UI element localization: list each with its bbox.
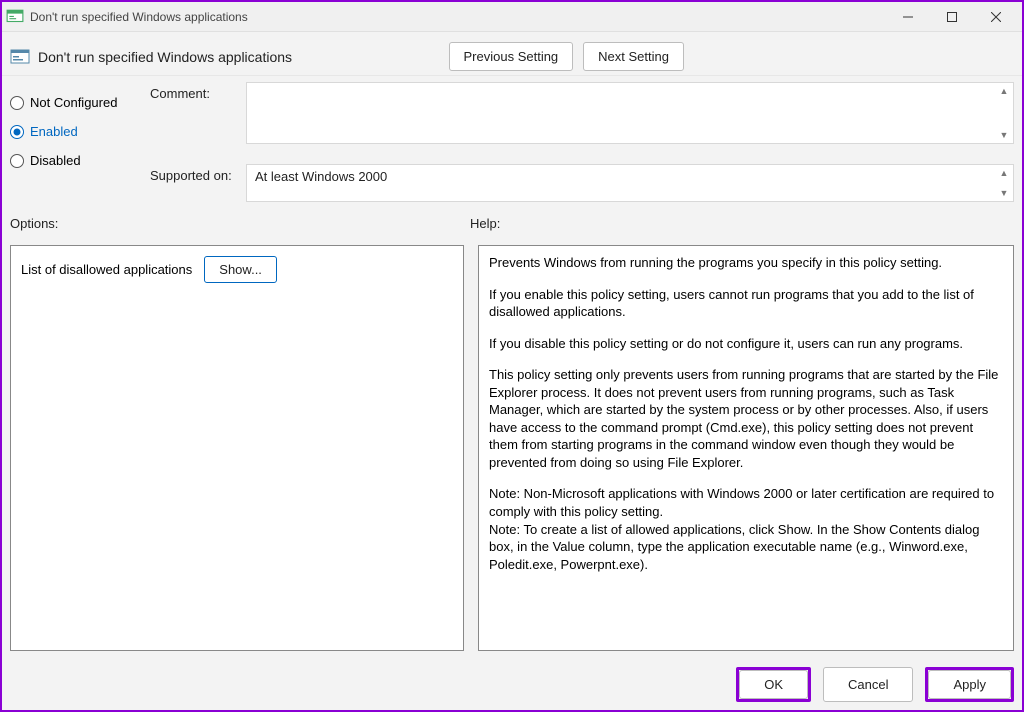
help-label: Help: <box>470 216 500 231</box>
radio-disabled[interactable]: Disabled <box>10 146 140 175</box>
ok-button[interactable]: OK <box>739 670 808 699</box>
radio-icon <box>10 125 24 139</box>
radio-not-configured[interactable]: Not Configured <box>10 88 140 117</box>
scroll-up-icon[interactable]: ▲ <box>997 85 1011 97</box>
show-button[interactable]: Show... <box>204 256 277 283</box>
options-panel: List of disallowed applications Show... <box>10 245 464 651</box>
supported-label: Supported on: <box>150 164 246 202</box>
supported-on-box: At least Windows 2000 ▲ ▼ <box>246 164 1014 202</box>
highlight-apply: Apply <box>925 667 1014 702</box>
app-icon <box>6 8 24 26</box>
policy-icon <box>10 48 30 66</box>
panels-row: List of disallowed applications Show... … <box>2 237 1022 659</box>
minimize-button[interactable] <box>886 3 930 31</box>
help-panel: Prevents Windows from running the progra… <box>478 245 1014 651</box>
policy-title: Don't run specified Windows applications <box>38 49 292 65</box>
help-text: Prevents Windows from running the progra… <box>489 254 1003 272</box>
radio-enabled[interactable]: Enabled <box>10 117 140 146</box>
header-row: Don't run specified Windows applications… <box>2 32 1022 76</box>
options-label: Options: <box>10 216 58 231</box>
help-text: If you disable this policy setting or do… <box>489 335 1003 353</box>
panel-labels-row: Options: Help: <box>2 212 1022 237</box>
help-text: Note: Non-Microsoft applications with Wi… <box>489 485 1003 520</box>
help-text: Note: To create a list of allowed applic… <box>489 521 1003 574</box>
radio-label: Disabled <box>30 153 81 168</box>
maximize-button[interactable] <box>930 3 974 31</box>
meta-fields: Comment: ▲ ▼ Supported on: At least Wind… <box>150 82 1014 202</box>
apply-button[interactable]: Apply <box>928 670 1011 699</box>
disallowed-apps-label: List of disallowed applications <box>21 262 192 277</box>
comment-label: Comment: <box>150 82 246 144</box>
help-text: This policy setting only prevents users … <box>489 366 1003 471</box>
comment-textarea[interactable]: ▲ ▼ <box>246 82 1014 144</box>
scroll-down-icon[interactable]: ▼ <box>997 129 1011 141</box>
previous-setting-button[interactable]: Previous Setting <box>449 42 574 71</box>
state-radio-group: Not Configured Enabled Disabled <box>10 82 140 202</box>
cancel-button[interactable]: Cancel <box>823 667 913 702</box>
dialog-footer: OK Cancel Apply <box>2 659 1022 710</box>
help-text: If you enable this policy setting, users… <box>489 286 1003 321</box>
next-setting-button[interactable]: Next Setting <box>583 42 684 71</box>
supported-on-value: At least Windows 2000 <box>255 169 387 184</box>
radio-label: Not Configured <box>30 95 117 110</box>
scroll-up-icon[interactable]: ▲ <box>997 167 1011 179</box>
highlight-ok: OK <box>736 667 811 702</box>
window-title: Don't run specified Windows applications <box>30 10 886 24</box>
radio-icon <box>10 96 24 110</box>
scroll-down-icon[interactable]: ▼ <box>997 187 1011 199</box>
radio-label: Enabled <box>30 124 78 139</box>
configuration-area: Not Configured Enabled Disabled Comment:… <box>2 76 1022 212</box>
radio-icon <box>10 154 24 168</box>
policy-editor-window: Don't run specified Windows applications… <box>0 0 1024 712</box>
titlebar: Don't run specified Windows applications <box>2 2 1022 32</box>
close-button[interactable] <box>974 3 1018 31</box>
